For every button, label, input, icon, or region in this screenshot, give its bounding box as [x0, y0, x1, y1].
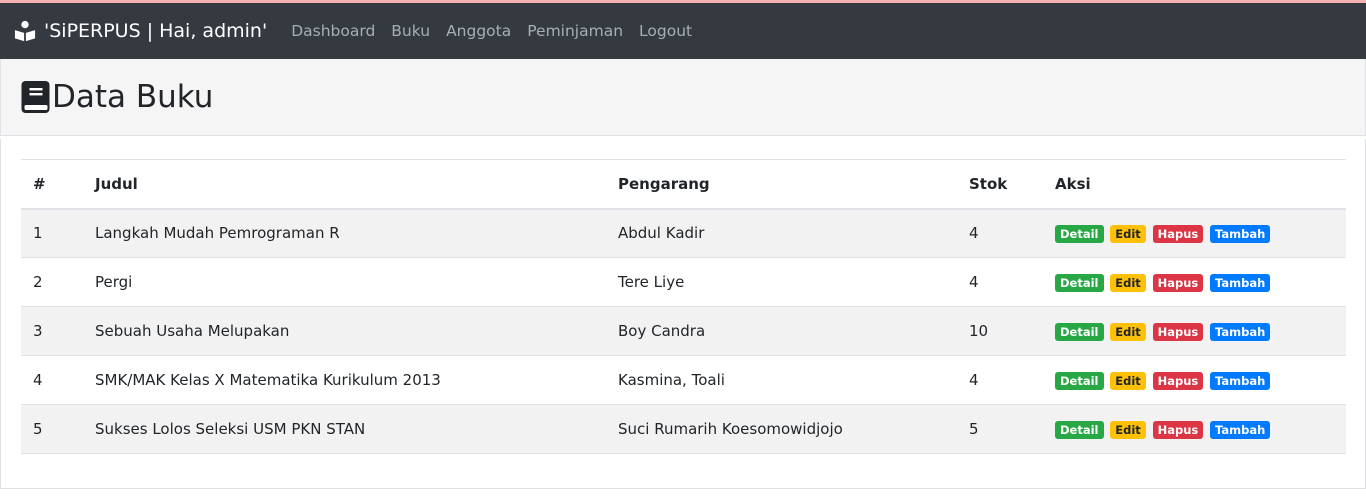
cell-judul: SMK/MAK Kelas X Matematika Kurikulum 201…: [95, 371, 441, 389]
cell-pengarang: Abdul Kadir: [618, 224, 705, 243]
tambah-button[interactable]: Tambah: [1210, 224, 1271, 243]
nav-logout[interactable]: Logout: [639, 22, 692, 40]
table-header-row: # Judul Pengarang Stok Aksi: [21, 159, 1346, 209]
edit-button[interactable]: Edit: [1110, 371, 1146, 390]
cell-no: 1: [33, 224, 43, 243]
cell-no: 2: [33, 273, 43, 291]
cell-stok: 4: [969, 273, 979, 291]
hapus-button[interactable]: Hapus: [1152, 322, 1204, 341]
header-judul: Judul: [95, 174, 138, 193]
cell-pengarang: Suci Rumarih Koesomowidjojo: [618, 420, 843, 438]
cell-stok: 4: [969, 371, 979, 389]
cell-no: 3: [33, 322, 43, 340]
header-aksi: Aksi: [1055, 174, 1091, 193]
header-stok: Stok: [969, 174, 1008, 193]
page-title: Data Buku: [21, 79, 213, 115]
cell-aksi: Detail Edit Hapus Tambah: [1043, 209, 1346, 258]
table-row: 2 Pergi Tere Liye 4 Detail Edit Hapus Ta…: [21, 258, 1346, 307]
hapus-button[interactable]: Hapus: [1152, 273, 1204, 292]
header-pengarang: Pengarang: [618, 174, 710, 193]
brand-text: 'SiPERPUS | Hai, admin': [44, 20, 268, 42]
cell-no: 5: [33, 420, 43, 438]
page-title-text: Data Buku: [52, 79, 214, 115]
edit-button[interactable]: Edit: [1110, 322, 1146, 341]
cell-stok: 10: [969, 322, 989, 340]
nav-buku[interactable]: Buku: [391, 22, 430, 40]
edit-button[interactable]: Edit: [1110, 224, 1146, 243]
table-row: 3 Sebuah Usaha Melupakan Boy Candra 10 D…: [21, 306, 1346, 356]
cell-pengarang: Kasmina, Toali: [618, 371, 725, 389]
cell-judul: Pergi: [95, 273, 133, 291]
tambah-button[interactable]: Tambah: [1210, 420, 1271, 439]
books-table: # Judul Pengarang Stok Aksi 1 Langkah Mu…: [21, 159, 1346, 454]
navbar: 'SiPERPUS | Hai, admin' Dashboard Buku A…: [0, 3, 1366, 59]
reader-icon: [14, 20, 36, 42]
cell-stok: 4: [969, 224, 979, 243]
cell-aksi: Detail Edit Hapus Tambah: [1043, 405, 1346, 454]
detail-button[interactable]: Detail: [1055, 273, 1104, 292]
cell-pengarang: Tere Liye: [618, 273, 685, 291]
tambah-button[interactable]: Tambah: [1210, 322, 1271, 341]
edit-button[interactable]: Edit: [1110, 420, 1146, 439]
detail-button[interactable]: Detail: [1055, 371, 1104, 390]
tambah-button[interactable]: Tambah: [1210, 273, 1271, 292]
header-no: #: [33, 174, 46, 193]
brand[interactable]: 'SiPERPUS | Hai, admin': [14, 20, 267, 42]
cell-stok: 5: [969, 420, 979, 438]
cell-judul: Langkah Mudah Pemrograman R: [95, 224, 340, 243]
edit-button[interactable]: Edit: [1110, 273, 1146, 292]
cell-pengarang: Boy Candra: [618, 322, 706, 340]
hapus-button[interactable]: Hapus: [1152, 420, 1204, 439]
detail-button[interactable]: Detail: [1055, 322, 1104, 341]
detail-button[interactable]: Detail: [1055, 420, 1104, 439]
book-icon: [21, 81, 50, 113]
content-card: # Judul Pengarang Stok Aksi 1 Langkah Mu…: [0, 139, 1366, 489]
nav-dashboard[interactable]: Dashboard: [291, 22, 375, 40]
page-header: Data Buku: [0, 59, 1366, 136]
cell-aksi: Detail Edit Hapus Tambah: [1043, 356, 1346, 405]
table-row: 4 SMK/MAK Kelas X Matematika Kurikulum 2…: [21, 356, 1346, 405]
hapus-button[interactable]: Hapus: [1152, 371, 1204, 390]
nav-anggota[interactable]: Anggota: [446, 22, 511, 40]
detail-button[interactable]: Detail: [1055, 224, 1104, 243]
hapus-button[interactable]: Hapus: [1152, 224, 1204, 243]
cell-aksi: Detail Edit Hapus Tambah: [1043, 258, 1346, 307]
tambah-button[interactable]: Tambah: [1210, 371, 1271, 390]
cell-aksi: Detail Edit Hapus Tambah: [1043, 307, 1346, 356]
cell-no: 4: [33, 371, 43, 389]
nav-peminjaman[interactable]: Peminjaman: [527, 22, 623, 40]
cell-judul: Sebuah Usaha Melupakan: [95, 322, 290, 340]
table-row: 5 Sukses Lolos Seleksi USM PKN STAN Suci…: [21, 404, 1346, 454]
table-row: 1 Langkah Mudah Pemrograman R Abdul Kadi…: [21, 208, 1346, 258]
cell-judul: Sukses Lolos Seleksi USM PKN STAN: [95, 420, 366, 438]
